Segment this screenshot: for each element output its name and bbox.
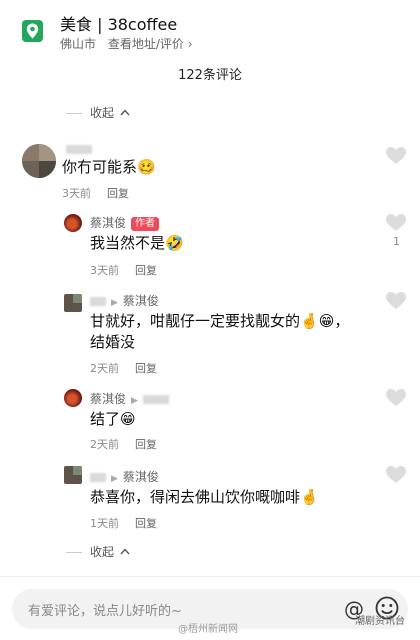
collapse-button-bottom[interactable]: 收起 bbox=[66, 543, 130, 560]
comment-time: 2天前 bbox=[90, 438, 119, 451]
heart-icon[interactable] bbox=[385, 291, 407, 311]
emoji: 😁 bbox=[318, 312, 335, 330]
heart-icon[interactable] bbox=[385, 465, 407, 485]
reply-button[interactable]: 回复 bbox=[135, 264, 157, 277]
shop-title[interactable]: 美食 | 38coffee bbox=[60, 11, 177, 35]
comment-meta: 3天前 回复 bbox=[90, 262, 157, 278]
chevron-up-icon bbox=[120, 109, 130, 116]
heart-icon[interactable] bbox=[385, 146, 407, 166]
comment-time: 1天前 bbox=[90, 517, 119, 530]
blurred-name bbox=[90, 297, 106, 306]
comment-time: 3天前 bbox=[62, 187, 91, 200]
blurred-name bbox=[66, 145, 92, 154]
emoji: 😁 bbox=[120, 410, 136, 428]
reply-arrow-icon: ▶ bbox=[111, 298, 118, 308]
comment-text: 结了😁 bbox=[90, 410, 136, 428]
location-icon[interactable] bbox=[22, 20, 43, 42]
comment-text: 甘就好，咁靓仔一定要找靓女的🤞😁， 结婚没 bbox=[90, 312, 350, 351]
comment-time: 2天前 bbox=[90, 362, 119, 375]
username[interactable]: 蔡淇俊 作者 bbox=[90, 214, 160, 231]
comment-meta: 3天前 回复 bbox=[62, 185, 129, 201]
reply-arrow-icon: ▶ bbox=[131, 396, 138, 406]
divider bbox=[66, 113, 82, 114]
blurred-name bbox=[142, 395, 169, 404]
comment-meta: 2天前 回复 bbox=[90, 436, 157, 452]
address-link[interactable]: 查看地址/评价 › bbox=[108, 37, 193, 51]
like-count: 1 bbox=[393, 235, 400, 248]
city-label: 佛山市 bbox=[60, 37, 97, 51]
avatar[interactable] bbox=[64, 294, 82, 312]
emoji: 🤞 bbox=[300, 312, 319, 330]
comment-meta: 1天前 回复 bbox=[90, 515, 157, 531]
author-avatar[interactable] bbox=[64, 389, 82, 407]
reply-button[interactable]: 回复 bbox=[135, 517, 157, 530]
emoji: 🤣 bbox=[165, 234, 184, 252]
input-placeholder: 有爱评论，说点儿好听的~ bbox=[28, 604, 182, 619]
heart-icon[interactable] bbox=[385, 213, 407, 233]
watermark-source: @梧州新闻网 bbox=[178, 624, 238, 635]
comment-text: 你冇可能系🥴 bbox=[62, 158, 156, 176]
comment-count: 122条评论 bbox=[178, 68, 242, 83]
author-avatar[interactable] bbox=[64, 214, 82, 232]
chevron-up-icon bbox=[120, 548, 130, 555]
reply-button[interactable]: 回复 bbox=[135, 438, 157, 451]
divider bbox=[66, 552, 82, 553]
avatar[interactable] bbox=[64, 466, 82, 484]
avatar[interactable] bbox=[22, 144, 56, 178]
comment-text: 恭喜你，得闲去佛山饮你嘅咖啡🤞 bbox=[90, 488, 319, 506]
comment-time: 3天前 bbox=[90, 264, 119, 277]
reply-button[interactable]: 回复 bbox=[107, 187, 129, 200]
username[interactable]: ▶ 蔡淇俊 bbox=[90, 468, 159, 485]
reply-button[interactable]: 回复 bbox=[135, 362, 157, 375]
username-blurred[interactable] bbox=[66, 142, 92, 156]
watermark-channel: 潮剧资讯台 bbox=[355, 616, 405, 627]
reply-arrow-icon: ▶ bbox=[111, 474, 118, 484]
shop-subtitle[interactable]: 佛山市 查看地址/评价 › bbox=[60, 35, 193, 52]
heart-icon[interactable] bbox=[385, 388, 407, 408]
author-badge: 作者 bbox=[131, 217, 160, 231]
emoji: 🤞 bbox=[300, 488, 319, 506]
username[interactable]: 蔡淇俊 ▶ bbox=[90, 390, 169, 407]
collapse-button-top[interactable]: 收起 bbox=[66, 104, 130, 121]
comment-meta: 2天前 回复 bbox=[90, 360, 157, 376]
emoji: 🥴 bbox=[137, 158, 156, 176]
comment-text: 我当然不是🤣 bbox=[90, 234, 184, 252]
username[interactable]: ▶ 蔡淇俊 bbox=[90, 292, 159, 309]
blurred-name bbox=[90, 473, 106, 482]
page-header: 美食 | 38coffee 佛山市 查看地址/评价 › bbox=[0, 0, 420, 58]
